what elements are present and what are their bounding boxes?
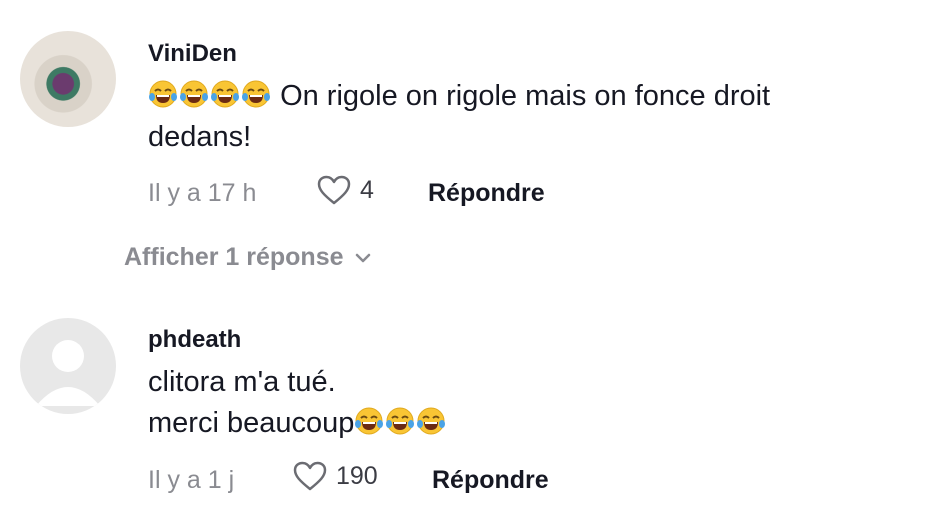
like-button[interactable]: 190	[292, 460, 378, 492]
default-avatar-icon	[36, 340, 100, 406]
comment-text: clitora m'a tué. merci beaucoup	[148, 362, 447, 444]
comment-username[interactable]: ViniDen	[148, 40, 237, 68]
comment-text-line1: clitora m'a tué.	[148, 366, 336, 398]
like-count: 4	[360, 175, 374, 204]
comment-username[interactable]: phdeath	[148, 326, 241, 354]
comment-text-line2: dedans!	[148, 121, 252, 153]
reply-button[interactable]: Répondre	[432, 466, 549, 495]
comment-text-line2: merci beaucoup	[148, 407, 355, 439]
heart-icon	[293, 461, 327, 491]
avatar[interactable]	[20, 31, 116, 127]
comment-text: On rigole on rigole mais on fonce droit …	[148, 76, 770, 158]
laughing-emoji-icon	[354, 407, 447, 439]
avatar[interactable]	[20, 318, 116, 414]
comment-text-line1: On rigole on rigole mais on fonce droit	[280, 80, 771, 112]
heart-icon	[317, 175, 351, 205]
comment-timestamp: Il y a 17 h	[148, 179, 257, 207]
show-replies-label: Afficher 1 réponse	[124, 243, 344, 271]
comment-timestamp: Il y a 1 j	[148, 466, 235, 494]
laughing-emoji-icon	[148, 80, 280, 112]
like-button[interactable]: 4	[316, 174, 374, 206]
chevron-down-icon	[355, 253, 370, 262]
show-replies-button[interactable]: Afficher 1 réponse	[124, 243, 372, 272]
like-count: 190	[336, 461, 378, 490]
reply-button[interactable]: Répondre	[428, 179, 545, 208]
